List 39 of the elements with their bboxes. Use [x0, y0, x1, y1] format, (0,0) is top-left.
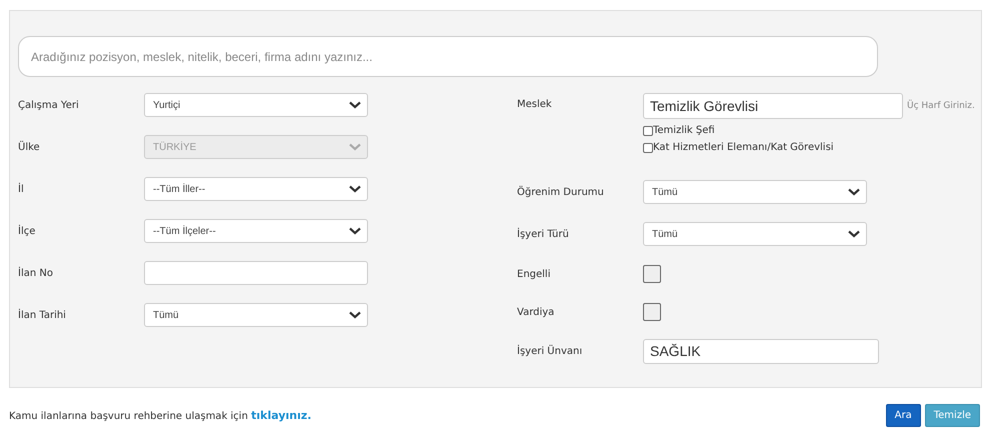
search-field[interactable]: Aradığınız pozisyon, meslek, nitelik, beceri, firma adını yazınız...: [18, 36, 878, 77]
search-button[interactable]: Ara: [886, 404, 921, 427]
guide-link[interactable]: tıklayınız.: [251, 409, 312, 422]
chevron-down-icon: [349, 227, 361, 235]
chevron-down-icon: [349, 185, 361, 193]
field-label: İlan No: [18, 268, 54, 278]
field-label: Çalışma Yeri: [18, 100, 80, 110]
field-label: İlan Tarihi: [18, 310, 67, 320]
field-label: Vardiya: [517, 306, 556, 318]
dropdown[interactable]: Tümü: [643, 222, 867, 246]
field-label: Ülke: [18, 142, 41, 152]
field-label: İşyeri Ünvanı: [517, 346, 584, 356]
chevron-down-icon: [848, 230, 860, 238]
hint-text: Üç Harf Giriniz.: [907, 101, 975, 111]
chevron-down-icon: [349, 143, 361, 151]
footer-text: Kamu ilanlarına başvuru rehberine ulaşmak için tıklayınız.: [9, 409, 312, 422]
checkbox[interactable]: [643, 265, 661, 283]
field-label: Öğrenim Durumu: [517, 186, 605, 198]
field-label: Meslek: [517, 98, 553, 112]
checkbox[interactable]: [643, 126, 653, 136]
option-label: Kat Hizmetleri Elemanı/Kat Görevlisi: [653, 142, 834, 153]
field-label: İl: [18, 184, 25, 194]
option-label: Temizlik Şefi: [653, 125, 715, 136]
dropdown[interactable]: Tümü: [144, 303, 368, 327]
field-label: Engelli: [517, 268, 552, 280]
checkbox[interactable]: [643, 142, 653, 152]
field-label: İşyeri Türü: [517, 228, 570, 240]
dropdown[interactable]: Yurtiçi: [144, 93, 368, 117]
dropdown[interactable]: --Tüm İller--: [144, 177, 368, 201]
chevron-down-icon: [349, 101, 361, 109]
dropdown[interactable]: Tümü: [643, 180, 867, 204]
input-field[interactable]: [144, 261, 368, 285]
input-field[interactable]: SAĞLIK: [643, 338, 879, 364]
chevron-down-icon: [848, 188, 860, 196]
checkbox[interactable]: [643, 303, 661, 321]
dropdown[interactable]: --Tüm İlçeler--: [144, 219, 368, 243]
field-label: İlçe: [18, 226, 36, 236]
input-field[interactable]: Temizlik Görevlisi: [643, 93, 903, 119]
chevron-down-icon: [349, 311, 361, 319]
